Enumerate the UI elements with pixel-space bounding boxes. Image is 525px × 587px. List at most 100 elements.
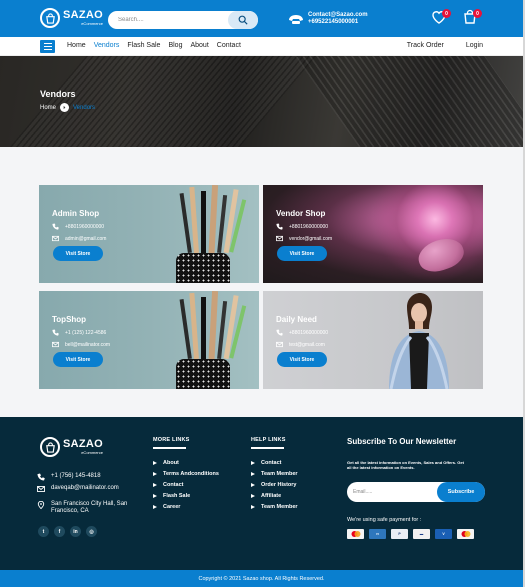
cart-button[interactable]: 0 [462,9,482,29]
envelope-icon [52,235,59,242]
vendor-email: vendor@gmail.com [289,235,333,242]
model-image [389,293,449,389]
vendor-phone: +8801960000000 [289,329,329,336]
chevron-right-icon [60,103,70,112]
search-bar [108,11,258,29]
phone-support-icon [289,15,303,24]
visa-icon: V [435,529,452,539]
facebook-icon[interactable]: f [54,526,65,537]
footer-link-flash-sale[interactable]: Flash Sale [153,491,219,502]
copyright-bar: Copyright © 2021 Sazao shop. All Rights … [0,570,523,587]
cart-count: 0 [473,9,482,18]
footer-link-contact[interactable]: Contact [153,480,219,491]
visit-store-button[interactable]: Visit Store [277,246,327,261]
footer-logo[interactable]: SAZAO eCommerce [40,437,103,457]
page-banner: Vendors Home Vendors [0,56,523,147]
footer-link-terms[interactable]: Terms Andconditions [153,469,219,480]
top-header: SAZAO eCommerce Contact@Sazao.com +69522… [0,0,523,37]
vendor-email: admin@gmail.com [65,235,107,242]
envelope-icon [52,341,59,348]
nav-home[interactable]: Home [67,42,86,49]
nav-vendors[interactable]: Vendors [94,42,120,49]
search-button[interactable] [228,11,258,29]
vendor-phone: +8801960000000 [65,223,105,230]
newsletter: Subscribe To Our Newsletter Get all the … [347,437,492,539]
twitter-icon[interactable]: t [38,526,49,537]
logo-tagline: eCommerce [81,21,103,26]
logo-bag-icon [40,437,60,457]
visit-store-button[interactable]: Visit Store [277,352,327,367]
search-icon [238,15,248,25]
page-title: Vendors [40,89,76,99]
footer-address-line2: Francisco, CA [51,508,89,514]
phone-icon [276,223,283,230]
brushes-image [179,185,247,254]
logo-brand: SAZAO [63,9,103,21]
envelope-icon [276,235,283,242]
location-pin-icon [37,501,45,509]
envelope-icon [37,486,45,492]
footer-logo-tagline: eCommerce [81,450,103,455]
amex-icon: ▭ [369,529,386,539]
search-input[interactable] [118,14,223,26]
nav-blog[interactable]: Blog [168,42,182,49]
footer-link-contact[interactable]: Contact [251,458,298,469]
vendor-list: Admin Shop +8801960000000 admin@gmail.co… [0,147,523,417]
footer-phone[interactable]: +1 (756) 145-4818 [51,473,101,479]
site-logo[interactable]: SAZAO eCommerce [40,8,103,28]
footer-link-team-member[interactable]: Team Member [251,469,298,480]
phone-icon [52,223,59,230]
header-contact: Contact@Sazao.com +69522145000001 [288,12,368,26]
header-email[interactable]: Contact@Sazao.com [308,12,368,19]
vendor-name: Vendor Shop [276,209,326,218]
menu-toggle-button[interactable] [40,40,55,53]
discover-icon: ▬ [413,529,430,539]
footer-link-career[interactable]: Career [153,502,219,513]
vendor-card[interactable]: Daily Need +8801960000000 test@gmail.com… [263,291,483,389]
footer-link-affiliate[interactable]: Affiliate [251,491,298,502]
vendor-phone: +1 (125) 122-4586 [65,329,107,336]
copyright-text: Copyright © 2021 Sazao shop. All Rights … [198,575,325,582]
site-footer: SAZAO eCommerce +1 (756) 145-4818 daveqa… [0,417,523,570]
brushes-image [179,291,247,360]
footer-address-line1: San Francisco City Hall, San [51,501,128,507]
visit-store-button[interactable]: Visit Store [53,246,103,261]
header-phone[interactable]: +69522145000001 [308,19,368,26]
vendor-card[interactable]: Admin Shop +8801960000000 admin@gmail.co… [39,185,259,283]
breadcrumb-home[interactable]: Home [40,105,56,111]
breadcrumb-current: Vendors [73,104,96,111]
newsletter-title: Subscribe To Our Newsletter [347,437,457,446]
vendor-name: Admin Shop [52,209,100,218]
footer-email[interactable]: daveqab@mailinator.com [51,485,119,491]
nav-about[interactable]: About [190,42,208,49]
phone-icon [276,329,283,336]
vendor-card[interactable]: TopShop +1 (125) 122-4586 bell@mailinato… [39,291,259,389]
vendor-phone: +8801960000000 [289,223,329,230]
wishlist-button[interactable]: 0 [431,9,451,29]
newsletter-email-input[interactable] [353,487,433,497]
payment-methods: ▭ P ▬ V [347,529,474,539]
subscribe-button[interactable]: Subscribe [437,482,485,502]
instagram-icon[interactable]: ◎ [86,526,97,537]
makeup-bag-image [176,253,230,283]
logo-bag-icon [40,8,60,28]
nav-contact[interactable]: Contact [217,42,241,49]
linkedin-icon[interactable]: in [70,526,81,537]
phone-icon [37,473,45,481]
breadcrumb: Home Vendors [40,103,95,112]
footer-link-about[interactable]: About [153,458,219,469]
footer-link-team-member[interactable]: Team Member [251,502,298,513]
track-order-link[interactable]: Track Order [407,42,444,49]
phone-icon [52,329,59,336]
login-link[interactable]: Login [466,42,483,49]
mastercard-icon [347,529,364,539]
main-nav: Home Vendors Flash Sale Blog About Conta… [0,37,523,56]
wishlist-count: 0 [442,9,451,18]
safe-payment-label: We're using safe payment for : [347,517,422,523]
vendor-card[interactable]: Vendor Shop +8801960000000 vendor@gmail.… [263,185,483,283]
nav-flash-sale[interactable]: Flash Sale [127,42,160,49]
footer-link-order-history[interactable]: Order History [251,480,298,491]
help-links-title: HELP LINKS [251,437,286,443]
envelope-icon [276,341,283,348]
visit-store-button[interactable]: Visit Store [53,352,103,367]
